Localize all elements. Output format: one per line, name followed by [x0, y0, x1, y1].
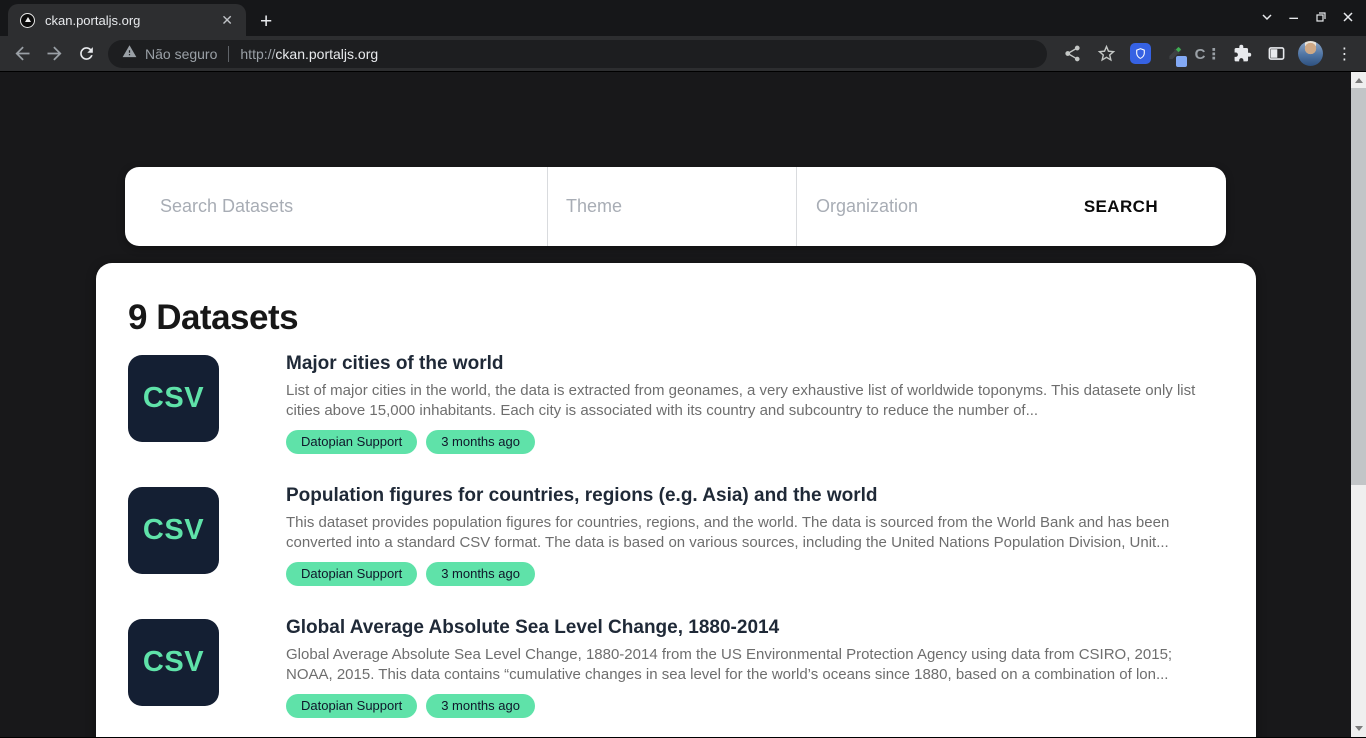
dataset-item[interactable]: CSV Major cities of the world List of ma…	[128, 355, 1221, 454]
dataset-org-tag[interactable]: Datopian Support	[286, 562, 417, 586]
close-window-button[interactable]	[1340, 9, 1356, 25]
tab-close-icon[interactable]: ✕	[218, 10, 236, 30]
dataset-search-bar: SEARCH	[125, 167, 1226, 246]
dataset-age-tag[interactable]: 3 months ago	[426, 430, 535, 454]
page-background: SEARCH 9 Datasets CSV Major cities of th…	[0, 72, 1366, 737]
address-divider	[228, 46, 229, 62]
scrollbar-up-arrow[interactable]	[1351, 73, 1366, 88]
theme-input[interactable]	[566, 196, 796, 217]
security-status-label: Não seguro	[145, 46, 217, 62]
back-button[interactable]	[8, 40, 36, 68]
organization-input[interactable]	[816, 196, 1074, 217]
site-favicon-icon	[20, 13, 35, 28]
search-button[interactable]: SEARCH	[1074, 167, 1226, 246]
browser-tab[interactable]: ckan.portaljs.org ✕	[8, 4, 246, 36]
dataset-age-tag[interactable]: 3 months ago	[426, 562, 535, 586]
scrollbar-down-arrow[interactable]	[1351, 721, 1366, 736]
search-datasets-input[interactable]	[160, 196, 547, 217]
forward-button[interactable]	[40, 40, 68, 68]
dataset-title[interactable]: Global Average Absolute Sea Level Change…	[286, 614, 1221, 642]
restore-button[interactable]	[1313, 9, 1329, 25]
dataset-org-tag[interactable]: Datopian Support	[286, 430, 417, 454]
dataset-description: Global Average Absolute Sea Level Change…	[286, 645, 1221, 685]
not-secure-warning-icon[interactable]	[122, 44, 137, 64]
minimize-button[interactable]	[1286, 9, 1302, 25]
dataset-title[interactable]: Major cities of the world	[286, 350, 1221, 378]
reload-button[interactable]	[72, 40, 100, 68]
share-button[interactable]	[1059, 40, 1086, 67]
url-host: ckan.portaljs.org	[275, 46, 378, 62]
tab-title: ckan.portaljs.org	[45, 13, 218, 28]
dataset-item[interactable]: CSV Population figures for countries, re…	[128, 487, 1221, 586]
color-picker-extension-icon[interactable]	[1161, 40, 1188, 67]
tab-search-chevron-icon[interactable]	[1259, 9, 1275, 25]
dataset-age-tag[interactable]: 3 months ago	[426, 694, 535, 718]
browser-menu-kebab-icon[interactable]: ⋮	[1331, 40, 1358, 67]
url-scheme: http://	[240, 46, 275, 62]
profile-avatar[interactable]	[1297, 40, 1324, 67]
extensions-puzzle-icon[interactable]	[1229, 40, 1256, 67]
address-bar[interactable]: Não seguro http:// ckan.portaljs.org	[108, 40, 1047, 68]
csv-format-icon: CSV	[128, 355, 219, 442]
colorpick-extension-icon[interactable]: C⋮	[1195, 40, 1222, 67]
dataset-org-tag[interactable]: Datopian Support	[286, 694, 417, 718]
dataset-description: This dataset provides population figures…	[286, 513, 1221, 553]
csv-format-icon: CSV	[128, 487, 219, 574]
page-scrollbar[interactable]	[1351, 72, 1366, 737]
new-tab-button[interactable]: +	[260, 11, 272, 32]
tab-strip: ckan.portaljs.org ✕ +	[0, 0, 1366, 36]
bookmark-star-button[interactable]	[1093, 40, 1120, 67]
side-panel-icon[interactable]	[1263, 40, 1290, 67]
browser-toolbar: Não seguro http:// ckan.portaljs.org C⋮ …	[0, 36, 1366, 72]
scrollbar-thumb[interactable]	[1351, 88, 1366, 485]
datasets-count-heading: 9 Datasets	[128, 298, 1221, 338]
password-manager-extension-icon[interactable]	[1127, 40, 1154, 67]
dataset-item[interactable]: CSV Global Average Absolute Sea Level Ch…	[128, 619, 1221, 718]
dataset-title[interactable]: Population figures for countries, region…	[286, 482, 1221, 510]
datasets-card: 9 Datasets CSV Major cities of the world…	[96, 263, 1256, 737]
dataset-description: List of major cities in the world, the d…	[286, 381, 1221, 421]
csv-format-icon: CSV	[128, 619, 219, 706]
